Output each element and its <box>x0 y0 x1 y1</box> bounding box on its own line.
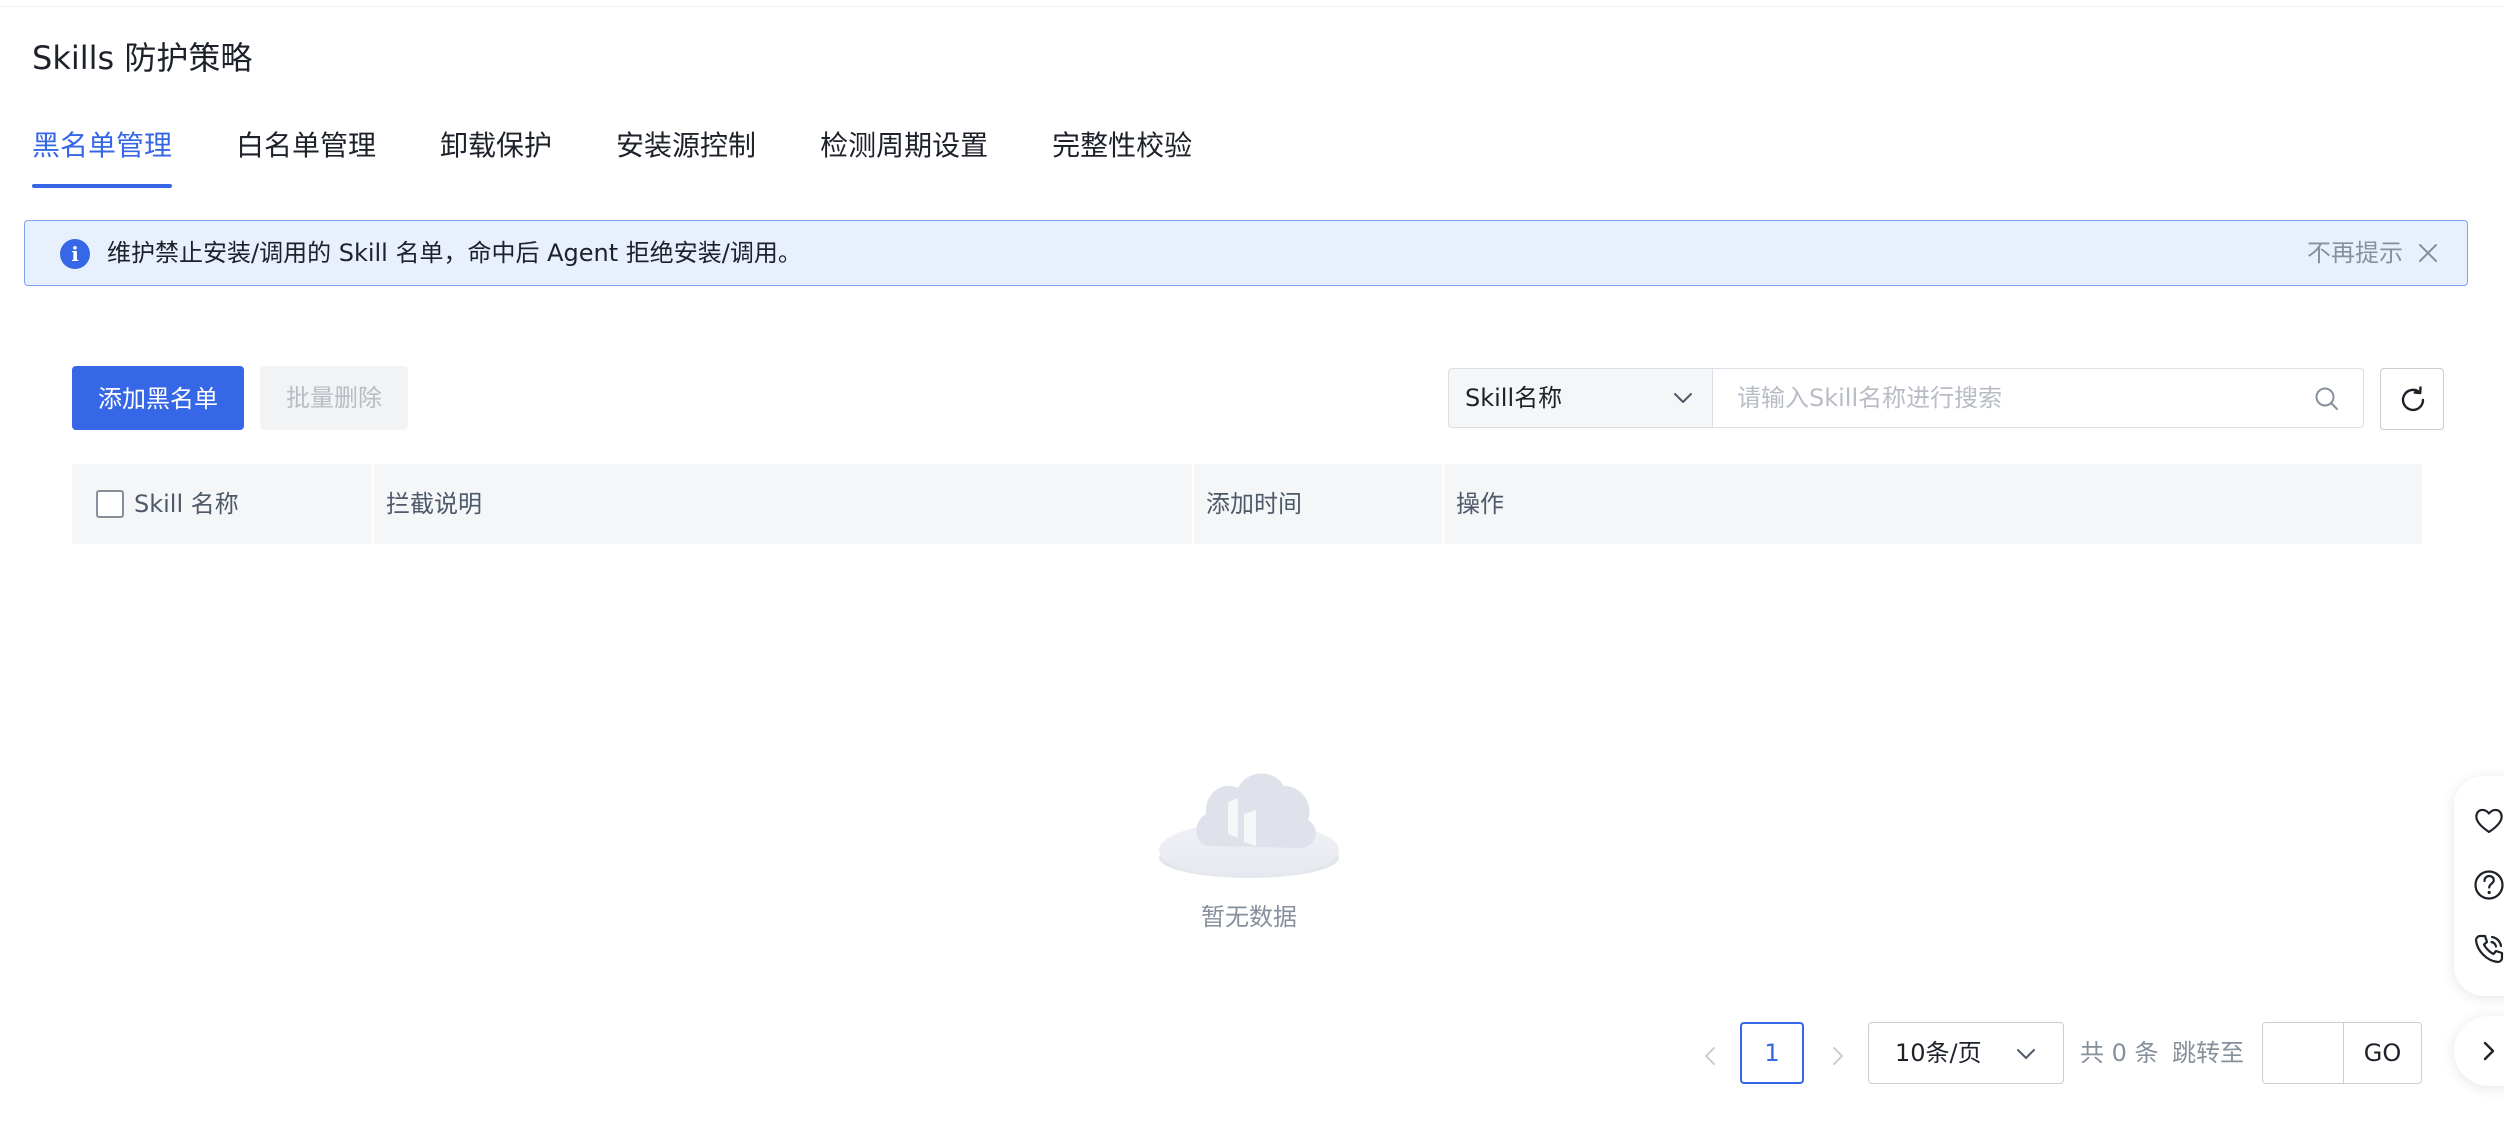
page-size-select[interactable]: 10条/页 <box>1868 1022 2064 1084</box>
refresh-icon <box>2401 386 2425 412</box>
add-blacklist-button[interactable]: 添加黑名单 <box>72 366 244 430</box>
phone-icon[interactable] <box>2472 932 2504 966</box>
total-count: 共 0 条 <box>2080 1039 2159 1067</box>
alert-message: 维护禁止安装/调用的 Skill 名单，命中后 Agent 拒绝安装/调用。 <box>107 239 802 267</box>
chevron-down-icon <box>2017 1049 2035 1059</box>
chevron-right-icon <box>2483 1041 2495 1061</box>
tab-uninstall-protection[interactable]: 卸载保护 <box>440 124 552 188</box>
floating-tool-panel <box>2454 776 2504 996</box>
page-size-label: 10条/页 <box>1895 1039 1982 1067</box>
column-divider <box>1442 464 1444 544</box>
column-header-block-description: 拦截说明 <box>386 490 482 518</box>
page-number-current[interactable]: 1 <box>1740 1022 1804 1084</box>
close-icon[interactable] <box>2417 242 2439 264</box>
tab-install-source-control[interactable]: 安装源控制 <box>616 124 756 188</box>
tab-blacklist[interactable]: 黑名单管理 <box>32 124 173 188</box>
jump-page-input[interactable] <box>2263 1023 2343 1083</box>
dont-show-again-link[interactable]: 不再提示 <box>2307 221 2403 285</box>
blacklist-card: 添加黑名单 批量删除 Skill名称 Skill 名称 拦截说明 添加时间 操作 <box>24 318 2468 1130</box>
column-header-actions: 操作 <box>1456 490 1504 518</box>
batch-delete-button: 批量删除 <box>260 366 408 430</box>
tab-detection-cycle[interactable]: 检测周期设置 <box>820 124 988 188</box>
empty-cloud-icon <box>1159 773 1339 878</box>
chevron-down-icon <box>1674 393 1692 403</box>
search-icon[interactable] <box>2313 385 2341 413</box>
refresh-button[interactable] <box>2380 368 2444 430</box>
top-divider <box>0 6 2504 7</box>
tab-whitelist[interactable]: 白名单管理 <box>236 124 376 188</box>
column-header-added-time: 添加时间 <box>1206 490 1302 518</box>
search-field-selected: Skill名称 <box>1465 384 1563 412</box>
help-icon[interactable] <box>2472 868 2504 902</box>
info-icon: i <box>60 239 90 269</box>
jump-to-label: 跳转至 <box>2172 1039 2244 1067</box>
table-header: Skill 名称 拦截说明 添加时间 操作 <box>72 464 2422 544</box>
select-all-checkbox[interactable] <box>96 490 124 518</box>
search-field-select[interactable]: Skill名称 <box>1448 368 1712 428</box>
info-alert: i 维护禁止安装/调用的 Skill 名单，命中后 Agent 拒绝安装/调用。… <box>24 220 2468 286</box>
go-button[interactable]: GO <box>2344 1023 2421 1083</box>
search-box <box>1712 368 2364 428</box>
column-divider <box>372 464 374 544</box>
column-divider <box>1192 464 1194 544</box>
previous-page-button[interactable] <box>1690 1036 1730 1076</box>
column-header-skill-name: Skill 名称 <box>134 490 239 518</box>
tab-bar: 黑名单管理 白名单管理 卸载保护 安装源控制 检测周期设置 完整性校验 <box>32 124 1192 188</box>
jump-to-box: GO <box>2262 1022 2422 1084</box>
empty-state-text: 暂无数据 <box>1201 903 1297 931</box>
tab-integrity-check[interactable]: 完整性校验 <box>1052 124 1192 188</box>
search-input[interactable] <box>1713 369 2293 427</box>
page-title: Skills 防护策略 <box>32 39 253 77</box>
favorite-icon[interactable] <box>2472 804 2504 838</box>
next-page-button[interactable] <box>1818 1036 1858 1076</box>
